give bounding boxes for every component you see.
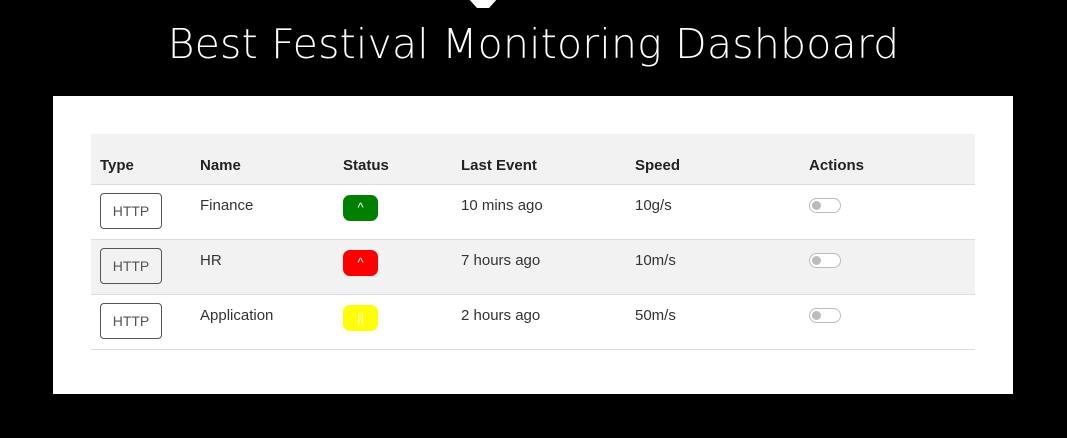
type-cell: HTTP (91, 184, 191, 240)
monitoring-panel: Type Name Status Last Event Speed Action… (53, 96, 1013, 394)
header-speed: Speed (626, 134, 800, 185)
toggle-switch-icon[interactable] (809, 308, 841, 323)
type-http-button[interactable]: HTTP (100, 248, 162, 284)
table-header-row: Type Name Status Last Event Speed Action… (91, 134, 975, 185)
status-cell: ^ (334, 184, 452, 240)
monitoring-table: Type Name Status Last Event Speed Action… (91, 134, 975, 350)
header-type: Type (91, 134, 191, 185)
last-event-cell: 10 mins ago (452, 184, 626, 240)
table-row: HTTP Application || 2 hours ago 50m/s (91, 294, 975, 350)
type-cell: HTTP (91, 239, 191, 295)
row-last-event: 2 hours ago (461, 307, 541, 324)
header-status: Status (334, 134, 452, 185)
top-decoration (468, 0, 498, 8)
status-badge: ^ (343, 250, 378, 276)
status-badge: || (343, 305, 378, 331)
page-title: Best Festival Monitoring Dashboard (167, 20, 900, 68)
row-speed: 50m/s (635, 307, 676, 324)
last-event-cell: 7 hours ago (452, 239, 626, 295)
status-cell: ^ (334, 239, 452, 295)
speed-cell: 10g/s (626, 184, 800, 240)
name-cell: Application (191, 294, 334, 350)
toggle-switch-icon[interactable] (809, 198, 841, 213)
type-cell: HTTP (91, 294, 191, 350)
speed-cell: 10m/s (626, 239, 800, 295)
header-name: Name (191, 134, 334, 185)
status-cell: || (334, 294, 452, 350)
row-speed: 10g/s (635, 197, 672, 214)
row-name: Finance (200, 197, 254, 214)
status-badge: ^ (343, 195, 378, 221)
name-cell: Finance (191, 184, 334, 240)
row-speed: 10m/s (635, 252, 676, 269)
actions-cell (800, 294, 975, 350)
table-row: HTTP HR ^ 7 hours ago 10m/s (91, 239, 975, 295)
header-last-event: Last Event (452, 134, 626, 185)
last-event-cell: 2 hours ago (452, 294, 626, 350)
header-actions: Actions (800, 134, 975, 185)
row-last-event: 7 hours ago (461, 252, 541, 269)
row-last-event: 10 mins ago (461, 197, 543, 214)
row-name: HR (200, 252, 222, 269)
name-cell: HR (191, 239, 334, 295)
actions-cell (800, 239, 975, 295)
row-name: Application (200, 307, 274, 324)
table-row: HTTP Finance ^ 10 mins ago 10g/s (91, 184, 975, 240)
type-http-button[interactable]: HTTP (100, 303, 162, 339)
speed-cell: 50m/s (626, 294, 800, 350)
toggle-switch-icon[interactable] (809, 253, 841, 268)
type-http-button[interactable]: HTTP (100, 193, 162, 229)
actions-cell (800, 184, 975, 240)
